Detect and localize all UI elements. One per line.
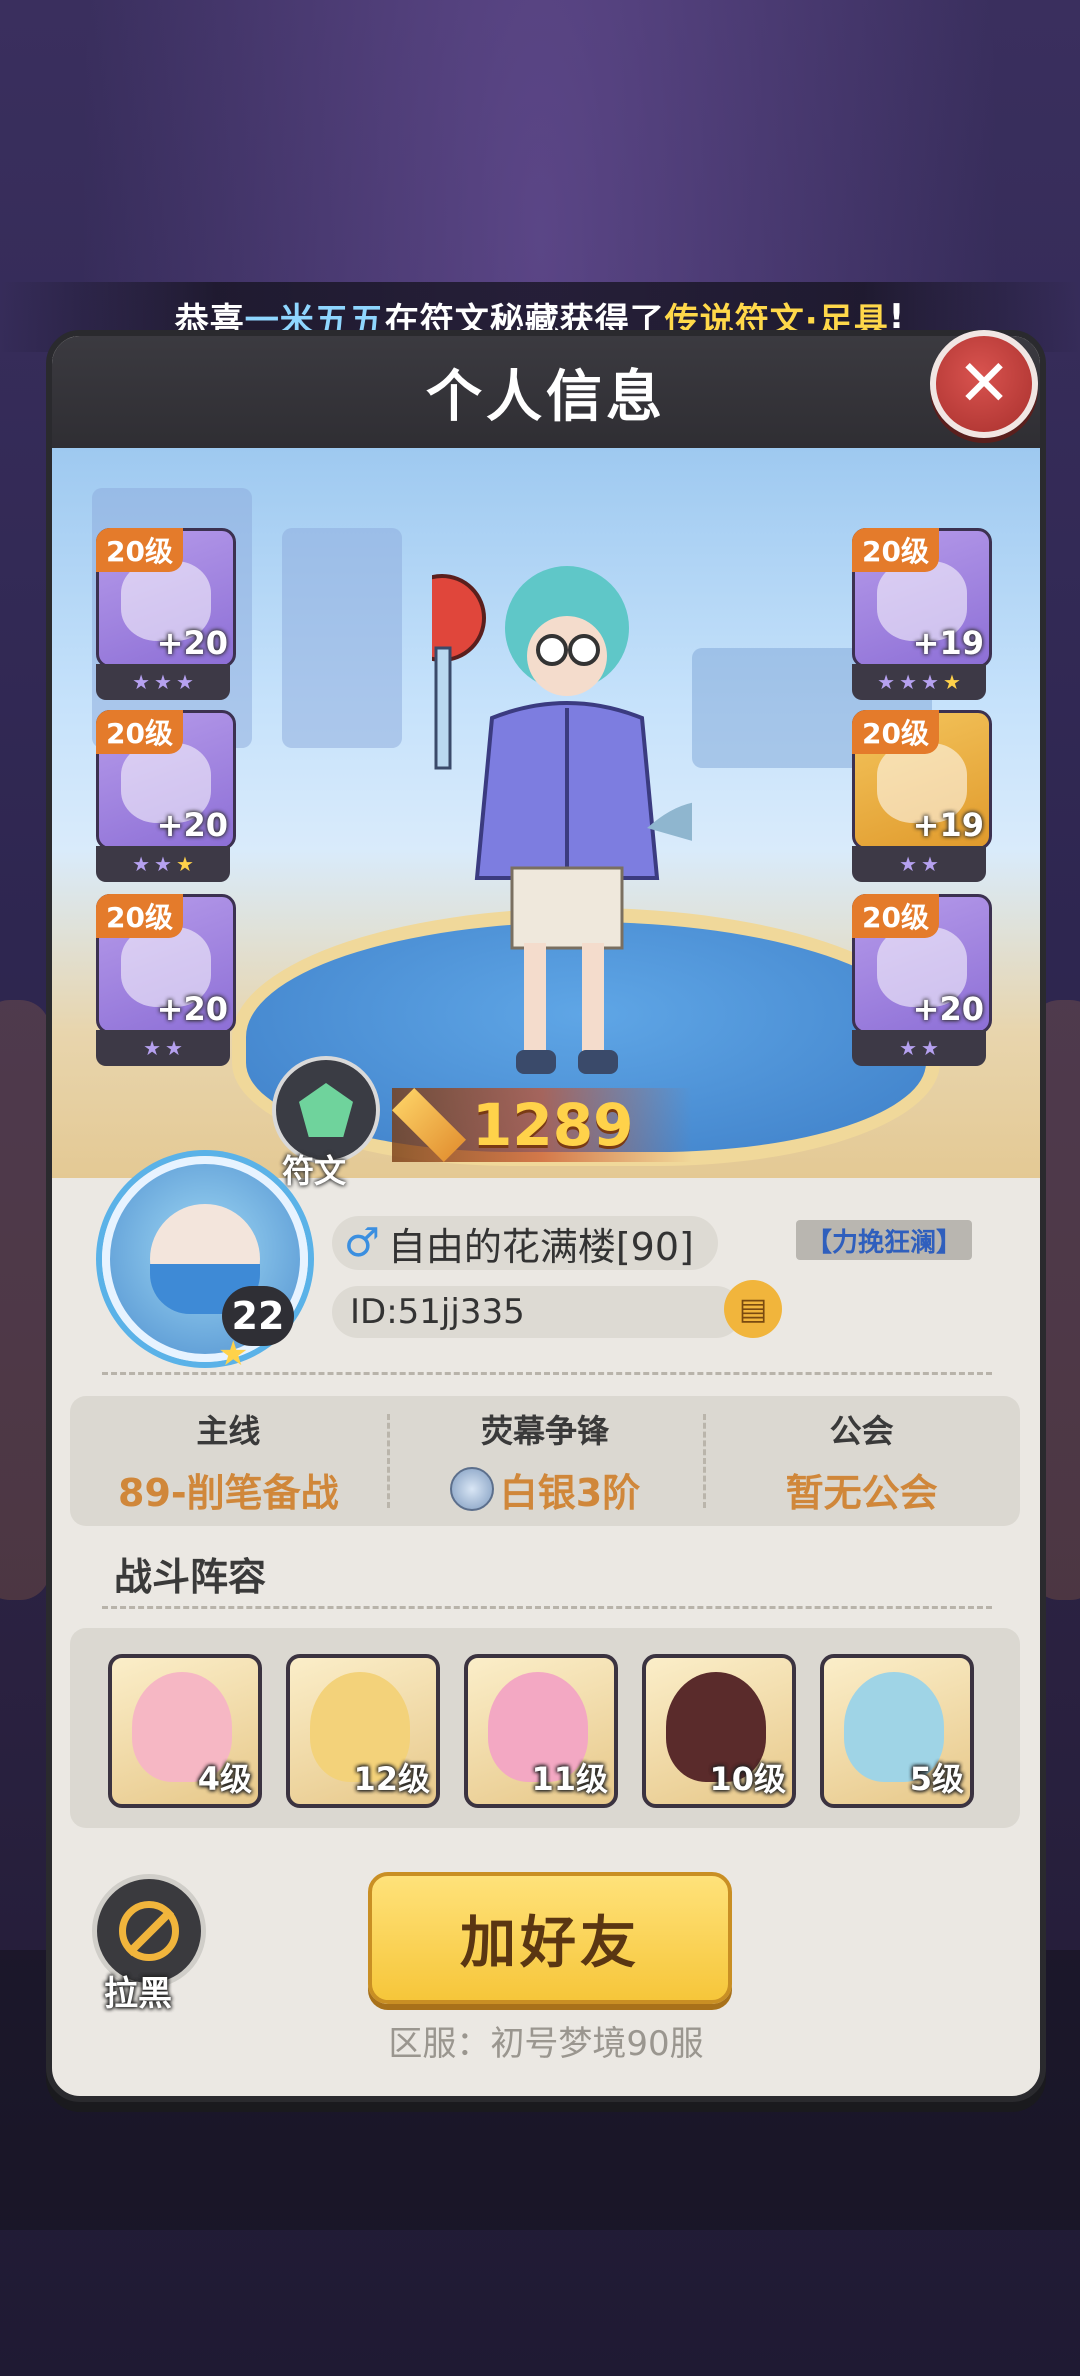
star-icon: ★ bbox=[132, 852, 151, 876]
star-icon: ★ bbox=[154, 852, 172, 876]
star-icon: ★ bbox=[175, 670, 194, 694]
player-title-tag[interactable]: 【力挽狂澜】 bbox=[796, 1220, 973, 1260]
equipment-stars: ★ ★ bbox=[96, 1030, 230, 1066]
hero-card[interactable]: 11级 bbox=[464, 1654, 618, 1808]
stat-mainline[interactable]: 主线 89-削笔备战 bbox=[70, 1396, 387, 1526]
dialog-title: 个人信息 bbox=[426, 364, 666, 430]
player-character bbox=[432, 566, 692, 1074]
equipment-level: 20级 bbox=[96, 894, 183, 938]
equipment-stars: ★ ★ bbox=[852, 846, 986, 882]
sword-icon bbox=[392, 1088, 466, 1162]
equipment-level: 20级 bbox=[852, 710, 939, 754]
equipment-slot[interactable]: 20级 +20 ★ ★ bbox=[96, 894, 236, 1070]
equipment-enhance: +20 bbox=[156, 624, 228, 662]
equipment-level: 20级 bbox=[96, 710, 183, 754]
hero-level: 5级 bbox=[909, 1760, 964, 1798]
equipment-stars: ★ ★ ★ bbox=[96, 846, 230, 882]
equipment-stars: ★ ★ bbox=[852, 1030, 986, 1066]
stat-guild[interactable]: 公会 暂无公会 bbox=[703, 1396, 1020, 1526]
hero-level: 10级 bbox=[709, 1760, 786, 1798]
equipment-slot[interactable]: 20级 +20 ★ ★ bbox=[852, 894, 992, 1070]
background-decoration bbox=[0, 1000, 50, 1600]
divider bbox=[102, 1372, 992, 1375]
equipment-slot[interactable]: 20级 +19 ★ ★ ★ ★ bbox=[852, 528, 992, 704]
player-name: 自由的花满楼[90] bbox=[387, 1224, 694, 1269]
rune-label: 符文 bbox=[282, 1152, 347, 1190]
star-icon: ★ bbox=[921, 1036, 939, 1060]
equipment-slot[interactable]: 20级 +20 ★ ★ ★ bbox=[96, 528, 236, 704]
star-icon: ★ bbox=[921, 670, 939, 694]
equipment-enhance: +20 bbox=[156, 806, 228, 844]
star-icon: ★ bbox=[154, 670, 172, 694]
equipment-enhance: +19 bbox=[912, 624, 984, 662]
dialog-title-bar: 个人信息 bbox=[52, 336, 1040, 448]
battle-lineup-title: 战斗阵容 bbox=[114, 1555, 267, 1599]
hero-level: 12级 bbox=[353, 1760, 430, 1798]
block-icon bbox=[119, 1901, 179, 1961]
add-friend-button[interactable]: 加好友 bbox=[368, 1872, 732, 2004]
divider bbox=[102, 1606, 992, 1609]
hero-card[interactable]: 10级 bbox=[642, 1654, 796, 1808]
male-gender-icon: ♂ bbox=[344, 1220, 380, 1266]
silver-rank-icon bbox=[449, 1467, 494, 1511]
hero-card[interactable]: 12级 bbox=[286, 1654, 440, 1808]
equipment-stars: ★ ★ ★ ★ bbox=[852, 664, 986, 700]
equipment-level: 20级 bbox=[852, 894, 939, 938]
equipment-enhance: +19 bbox=[912, 806, 984, 844]
equipment-slot[interactable]: 20级 +20 ★ ★ ★ bbox=[96, 710, 236, 886]
equipment-level: 20级 bbox=[96, 528, 183, 572]
player-name-pill: ♂ 自由的花满楼[90] bbox=[332, 1216, 718, 1270]
player-id: ID:51jj335 bbox=[332, 1286, 742, 1338]
star-icon: ★ bbox=[877, 670, 896, 694]
battle-lineup: 4级 12级 11级 10级 5级 bbox=[70, 1628, 1020, 1828]
stat-value: 89-削笔备战 bbox=[118, 1470, 339, 1515]
star-icon: ★ bbox=[942, 670, 961, 694]
stat-label: 主线 bbox=[196, 1411, 261, 1450]
stats-panel: 主线 89-削笔备战 荧幕争锋 白银3阶 公会 暂无公会 bbox=[70, 1396, 1020, 1526]
block-label: 拉黑 bbox=[104, 1974, 172, 2014]
rune-gem-icon bbox=[299, 1083, 353, 1137]
profile-dialog: 个人信息 20级 +20 ★ ★ ★ 20级 +20 ★ ★ ★ 20级 +20 ★ ★ 20级 +19 ★ ★… bbox=[46, 330, 1046, 2102]
stat-value-wrap: 白银3阶 bbox=[449, 1462, 641, 1517]
star-icon: ★ bbox=[899, 670, 917, 694]
hero-level: 4级 bbox=[197, 1760, 252, 1798]
combat-power-value: 1289 bbox=[472, 1091, 634, 1159]
star-icon: ★ bbox=[921, 852, 939, 876]
equipment-enhance: +20 bbox=[156, 990, 228, 1028]
equipment-enhance: +20 bbox=[912, 990, 984, 1028]
equipment-slot[interactable]: 20级 +19 ★ ★ bbox=[852, 710, 992, 886]
close-button[interactable]: ✕ bbox=[930, 330, 1038, 438]
close-icon: ✕ bbox=[957, 347, 1011, 421]
combat-power: 1289 bbox=[392, 1088, 692, 1162]
star-icon: ★ bbox=[143, 1036, 161, 1060]
star-icon: ★ bbox=[175, 852, 194, 876]
star-icon: ★ bbox=[218, 1334, 249, 1374]
star-icon: ★ bbox=[165, 1036, 183, 1060]
hero-card[interactable]: 5级 bbox=[820, 1654, 974, 1808]
stat-value: 暂无公会 bbox=[785, 1470, 938, 1515]
stat-value: 白银3阶 bbox=[499, 1470, 641, 1515]
stat-arena[interactable]: 荧幕争锋 白银3阶 bbox=[386, 1396, 704, 1526]
hero-card[interactable]: 4级 bbox=[108, 1654, 262, 1808]
star-icon: ★ bbox=[899, 852, 917, 876]
equipment-stars: ★ ★ ★ bbox=[96, 664, 230, 700]
star-icon: ★ bbox=[899, 1036, 917, 1060]
copy-id-button[interactable]: ▤ bbox=[724, 1280, 782, 1338]
stat-label: 公会 bbox=[829, 1411, 894, 1450]
server-info: 区服：初号梦境90服 bbox=[388, 2024, 704, 2064]
hero-level: 11级 bbox=[531, 1760, 608, 1798]
copy-icon: ▤ bbox=[738, 1291, 768, 1327]
star-icon: ★ bbox=[132, 670, 151, 694]
scene-building bbox=[282, 528, 402, 748]
equipment-level: 20级 bbox=[852, 528, 939, 572]
stat-label: 荧幕争锋 bbox=[481, 1411, 610, 1450]
